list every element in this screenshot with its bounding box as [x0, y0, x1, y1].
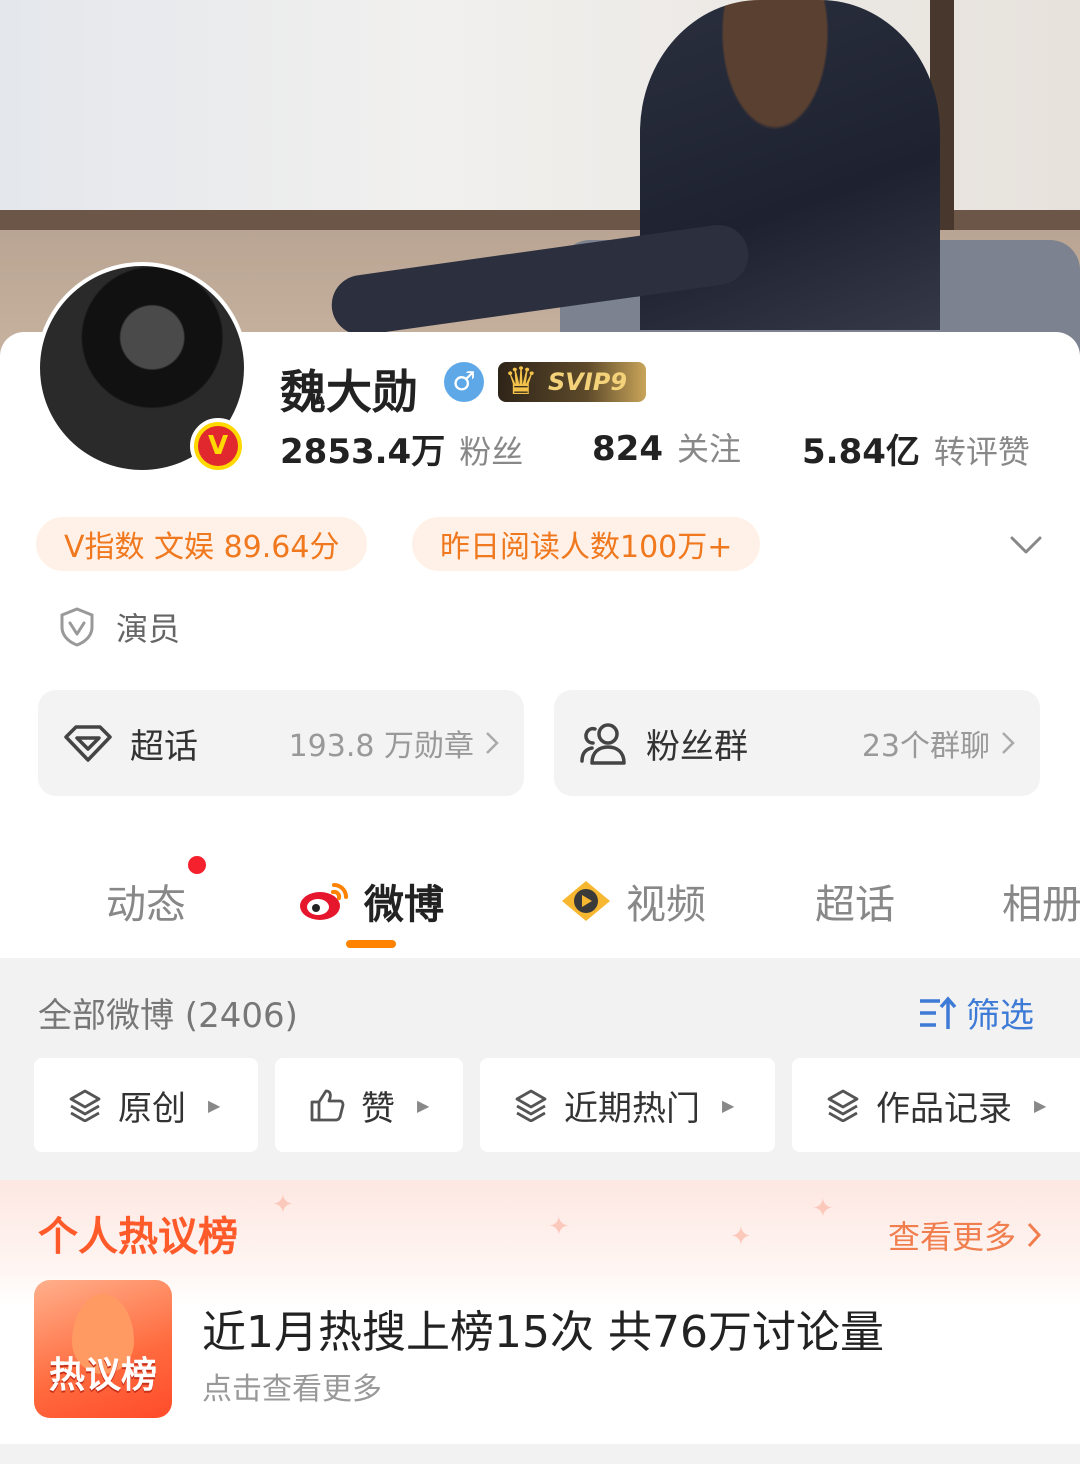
- stat-value: 5.84亿: [802, 432, 920, 472]
- chip-label: 作品记录: [876, 1088, 1012, 1129]
- supertopic-entry[interactable]: 超话 193.8 万勋章: [38, 690, 524, 796]
- hot-ranking-icon: 热议榜: [34, 1280, 172, 1418]
- stat-value: 824: [592, 429, 663, 469]
- verified-mark: V: [198, 426, 238, 466]
- chip-label: 近期热门: [564, 1088, 700, 1129]
- stat-following[interactable]: 824 关注: [592, 424, 741, 470]
- stat-label: 关注: [676, 430, 741, 468]
- stat-label: 转评赞: [933, 433, 1030, 471]
- filter-icon: [920, 995, 957, 1029]
- tab-label: 超话: [815, 882, 895, 928]
- filter-button[interactable]: 筛选: [918, 988, 1034, 1037]
- tab-supertopic[interactable]: 超话: [815, 872, 895, 930]
- all-weibo-count[interactable]: 全部微博 (2406): [38, 988, 298, 1037]
- sparkle-icon: ✦: [272, 1190, 294, 1220]
- stat-followers[interactable]: 2853.4万 粉丝: [280, 424, 523, 473]
- hot-subtext: 点击查看更多: [202, 1372, 382, 1407]
- layers-icon: [69, 1089, 101, 1122]
- chip-label: 赞: [361, 1088, 395, 1129]
- chip-works[interactable]: 作品记录 ▶: [792, 1058, 1080, 1152]
- view-more-label: 查看更多: [888, 1218, 1017, 1256]
- layers-icon: [515, 1089, 547, 1122]
- chevron-right-icon: [486, 732, 499, 754]
- verified-badge: V: [190, 418, 246, 474]
- tag-v-index[interactable]: V指数 文娱 89.64分: [36, 517, 368, 571]
- profile-tabs: 动态 微博 视频 超话 相册: [0, 858, 1080, 958]
- svip-badge[interactable]: ♛ SVIP9: [498, 359, 646, 403]
- fangroup-count: 23个群聊: [861, 729, 990, 764]
- tab-label: 动态: [106, 882, 186, 928]
- chevron-right-icon: [1002, 732, 1015, 754]
- svip-label: SVIP9: [548, 368, 628, 396]
- stat-interactions[interactable]: 5.84亿 转评赞: [802, 424, 1030, 473]
- role-label: 演员: [116, 610, 181, 648]
- tab-label: 相册: [1002, 882, 1080, 928]
- triangle-right-icon: ▶: [208, 1095, 221, 1115]
- profile-name: 魏大勋: [280, 365, 418, 419]
- chip-recent-hot[interactable]: 近期热门 ▶: [480, 1058, 775, 1152]
- male-icon: ♂: [444, 362, 484, 402]
- triangle-right-icon: ▶: [417, 1095, 430, 1115]
- supertopic-medals: 193.8 万勋章: [288, 729, 474, 764]
- crown-icon: ♛: [503, 359, 539, 403]
- hot-headline[interactable]: 近1月热搜上榜15次 共76万讨论量: [202, 1296, 884, 1360]
- chevron-down-icon[interactable]: [1006, 526, 1046, 566]
- layers-icon: [827, 1089, 859, 1122]
- unread-dot: [188, 856, 206, 874]
- shield-v-icon: [60, 607, 94, 647]
- active-tab-indicator: [346, 940, 396, 948]
- chip-likes[interactable]: 赞 ▶: [275, 1058, 463, 1152]
- tab-dynamics[interactable]: 动态: [106, 872, 186, 930]
- tab-label: 微博: [364, 882, 444, 928]
- sparkle-icon: ✦: [730, 1222, 752, 1252]
- fangroup-entry[interactable]: 粉丝群 23个群聊: [554, 690, 1040, 796]
- tab-video[interactable]: 视频: [558, 872, 706, 930]
- tab-album[interactable]: 相册: [1002, 872, 1080, 930]
- filter-label: 筛选: [966, 996, 1034, 1036]
- stat-value: 2853.4万: [280, 432, 446, 472]
- view-more-link[interactable]: 查看更多: [888, 1212, 1042, 1258]
- thumbs-up-icon: [310, 1089, 345, 1122]
- chip-label: 原创: [118, 1088, 186, 1129]
- group-icon: [580, 723, 626, 765]
- triangle-right-icon: ▶: [1034, 1095, 1047, 1115]
- chip-original[interactable]: 原创 ▶: [34, 1058, 258, 1152]
- tab-weibo[interactable]: 微博: [298, 872, 444, 930]
- hot-icon-text: 热议榜: [48, 1355, 157, 1396]
- stat-label: 粉丝: [459, 433, 524, 471]
- diamond-icon: [64, 725, 112, 762]
- tab-label: 视频: [626, 882, 706, 928]
- role-row: 演员: [58, 604, 180, 650]
- video-icon: [562, 881, 610, 921]
- hot-ranking-title: 个人热议榜: [38, 1214, 238, 1260]
- tag-daily-readers[interactable]: 昨日阅读人数100万+: [412, 517, 761, 571]
- supertopic-meta: 193.8 万勋章: [289, 721, 500, 765]
- chevron-right-icon: [1027, 1222, 1042, 1248]
- fangroup-meta: 23个群聊: [862, 721, 1016, 765]
- weibo-logo-icon: [300, 883, 348, 920]
- triangle-right-icon: ▶: [722, 1095, 735, 1115]
- fangroup-title: 粉丝群: [646, 726, 748, 767]
- sparkle-icon: ✦: [812, 1194, 834, 1224]
- sparkle-icon: ✦: [548, 1212, 570, 1242]
- supertopic-title: 超话: [130, 726, 198, 767]
